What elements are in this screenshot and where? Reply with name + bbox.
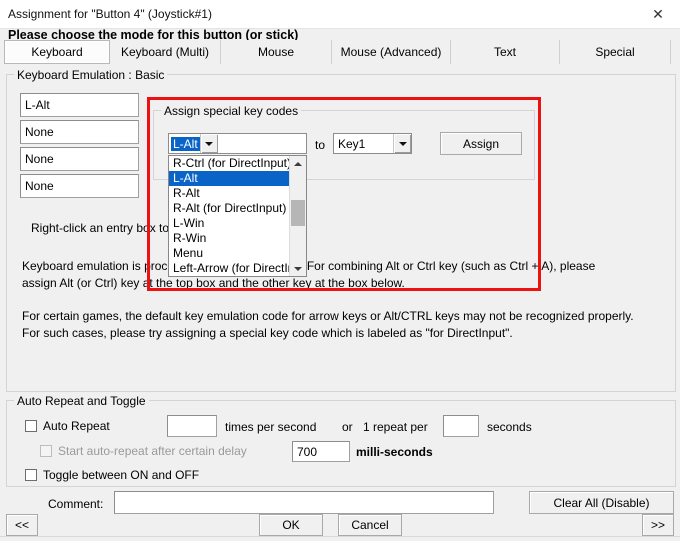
special-key-dropdown-list[interactable]: R-Ctrl (for DirectInput) L-Alt R-Alt R-A… xyxy=(168,155,307,277)
mode-tabstrip: Keyboard Keyboard (Multi) Mouse Mouse (A… xyxy=(4,40,680,64)
toggle-checkbox[interactable]: Toggle between ON and OFF xyxy=(25,468,199,482)
key-entry-2[interactable]: None xyxy=(20,120,139,144)
clear-all-button[interactable]: Clear All (Disable) xyxy=(529,491,674,514)
dropdown-option-l-alt[interactable]: L-Alt xyxy=(169,171,289,186)
tab-special[interactable]: Special xyxy=(560,40,671,64)
checkbox-box xyxy=(25,469,37,481)
times-per-second-input[interactable] xyxy=(167,415,217,437)
auto-repeat-checkbox[interactable]: Auto Repeat xyxy=(25,419,110,433)
tab-overflow[interactable] xyxy=(671,40,680,64)
to-label: to xyxy=(315,138,326,152)
tab-keyboard-multi[interactable]: Keyboard (Multi) xyxy=(110,40,221,64)
comment-input[interactable] xyxy=(114,491,494,514)
checkbox-box xyxy=(40,445,52,457)
delay-units-label: milli-seconds xyxy=(356,445,433,459)
delay-value: 700 xyxy=(297,444,318,459)
one-repeat-per-label: 1 repeat per xyxy=(363,420,428,434)
games-hint-line2: For such cases, please try assigning a s… xyxy=(22,326,513,340)
cancel-button-label: Cancel xyxy=(351,518,389,532)
scrollbar-thumb[interactable] xyxy=(291,200,305,226)
key-entry-3[interactable]: None xyxy=(20,147,139,171)
clear-all-button-label: Clear All (Disable) xyxy=(553,495,650,510)
assign-button[interactable]: Assign xyxy=(440,132,522,155)
dropdown-option-r-win[interactable]: R-Win xyxy=(169,231,289,246)
key-entry-3-value: None xyxy=(25,152,54,166)
special-key-source-combo[interactable]: L-Alt xyxy=(168,133,307,154)
title-bar: Assignment for "Button 4" (Joystick#1) ✕ xyxy=(0,0,680,29)
previous-button[interactable]: << xyxy=(6,514,38,536)
dropdown-options: R-Ctrl (for DirectInput) L-Alt R-Alt R-A… xyxy=(169,156,289,276)
tab-mouse-advanced-label: Mouse (Advanced) xyxy=(340,45,442,59)
ok-button-label: OK xyxy=(282,518,300,532)
tab-keyboard[interactable]: Keyboard xyxy=(4,40,110,64)
chevron-up-icon[interactable] xyxy=(290,156,306,171)
assignment-dialog: Assignment for "Button 4" (Joystick#1) ✕… xyxy=(0,0,680,541)
tab-keyboard-label: Keyboard xyxy=(31,45,83,59)
comment-label: Comment: xyxy=(48,497,104,511)
dropdown-option-menu[interactable]: Menu xyxy=(169,246,289,261)
emulation-hint-line1: Keyboard emulation is processed from top… xyxy=(22,259,596,273)
dropdown-option-left-arrow-directinput[interactable]: Left-Arrow (for DirectInp xyxy=(169,261,289,276)
chevron-down-icon[interactable] xyxy=(199,134,218,153)
cancel-button[interactable]: Cancel xyxy=(338,514,402,536)
emulation-hint-line2: assign Alt (or Ctrl) key at the top box … xyxy=(22,276,405,290)
auto-repeat-group-title: Auto Repeat and Toggle xyxy=(14,394,149,408)
dropdown-scrollbar[interactable] xyxy=(289,156,306,276)
tab-mouse-advanced[interactable]: Mouse (Advanced) xyxy=(332,40,451,64)
dropdown-option-r-ctrl-directinput[interactable]: R-Ctrl (for DirectInput) xyxy=(169,156,289,171)
times-per-second-label: times per second xyxy=(225,420,317,434)
special-key-source-value: L-Alt xyxy=(171,136,200,151)
key-entry-2-value: None xyxy=(25,125,54,139)
next-button[interactable]: >> xyxy=(642,514,674,536)
next-button-label: >> xyxy=(650,518,665,532)
key-entry-4-value: None xyxy=(25,179,54,193)
dropdown-option-r-alt[interactable]: R-Alt xyxy=(169,186,289,201)
or-label: or xyxy=(342,420,353,434)
tab-special-label: Special xyxy=(595,45,635,59)
right-click-hint: Right-click an entry box to assign speci… xyxy=(31,221,280,235)
dropdown-option-l-win[interactable]: L-Win xyxy=(169,216,289,231)
tab-mouse-label: Mouse xyxy=(257,45,295,59)
special-key-target-value: Key1 xyxy=(338,136,366,151)
tab-text-label: Text xyxy=(493,45,516,59)
dropdown-option-r-alt-directinput[interactable]: R-Alt (for DirectInput) xyxy=(169,201,289,216)
assign-button-label: Assign xyxy=(462,136,500,151)
close-icon[interactable]: ✕ xyxy=(636,0,680,28)
key-entry-1-value: L-Alt xyxy=(25,98,50,112)
toggle-checkbox-label: Toggle between ON and OFF xyxy=(43,468,200,482)
special-keys-group-title: Assign special key codes xyxy=(161,104,302,118)
special-key-target-combo[interactable]: Key1 xyxy=(333,133,412,154)
footer-divider xyxy=(0,536,680,537)
tab-keyboard-multi-label: Keyboard (Multi) xyxy=(120,45,210,59)
seconds-input[interactable] xyxy=(443,415,479,437)
start-delay-checkbox: Start auto-repeat after certain delay xyxy=(40,444,247,458)
delay-input[interactable]: 700 xyxy=(292,441,350,462)
previous-button-label: << xyxy=(14,518,29,532)
checkbox-box xyxy=(25,420,37,432)
start-delay-checkbox-label: Start auto-repeat after certain delay xyxy=(58,444,247,458)
games-hint-line1: For certain games, the default key emula… xyxy=(22,309,634,323)
chevron-down-icon[interactable] xyxy=(393,134,411,153)
tab-mouse[interactable]: Mouse xyxy=(221,40,332,64)
chevron-down-icon[interactable] xyxy=(290,261,306,276)
key-entry-4[interactable]: None xyxy=(20,174,139,198)
auto-repeat-checkbox-label: Auto Repeat xyxy=(43,419,110,433)
window-title: Assignment for "Button 4" (Joystick#1) xyxy=(8,7,212,21)
keyboard-emulation-group-title: Keyboard Emulation : Basic xyxy=(14,68,168,82)
ok-button[interactable]: OK xyxy=(259,514,323,536)
tab-text[interactable]: Text xyxy=(451,40,560,64)
key-entry-1[interactable]: L-Alt xyxy=(20,93,139,117)
seconds-label: seconds xyxy=(487,420,532,434)
